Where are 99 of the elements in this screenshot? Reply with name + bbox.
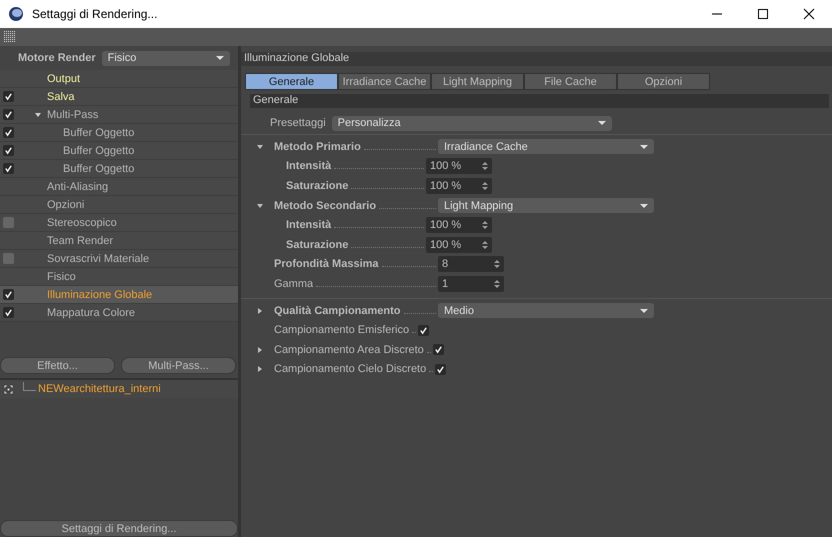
checkbox[interactable] — [3, 145, 14, 156]
tree-item-label: Anti-Aliasing — [47, 180, 108, 192]
tree-row[interactable]: Salva — [0, 88, 238, 106]
panel-title: Illuminazione Globale — [241, 52, 832, 66]
field-label: Profondità Massima — [274, 258, 379, 270]
tree-item-label: Buffer Oggetto — [63, 162, 134, 174]
tree-item-label: Buffer Oggetto — [63, 126, 134, 138]
checkbox[interactable] — [3, 289, 14, 300]
spinner-arrows-icon[interactable] — [494, 278, 500, 289]
dropdown[interactable]: Light Mapping — [438, 198, 654, 214]
expand-arrow-icon[interactable] — [256, 144, 262, 150]
caret-icon — [640, 144, 648, 149]
tree-row[interactable]: Opzioni — [0, 196, 238, 214]
field-label: Presettaggi — [270, 117, 326, 129]
effect-button[interactable]: Effetto... — [0, 357, 115, 374]
expand-arrow-icon[interactable] — [256, 308, 262, 314]
checkbox[interactable] — [418, 324, 430, 336]
caret-icon — [640, 204, 648, 208]
checkbox[interactable] — [3, 127, 14, 138]
spinner-arrows-icon[interactable] — [482, 180, 488, 191]
tree-row[interactable]: Output — [0, 70, 238, 88]
checkbox[interactable] — [3, 253, 14, 264]
expand-arrow-icon[interactable] — [256, 202, 262, 209]
tree-row[interactable]: Fisico — [0, 268, 238, 286]
effect-button[interactable]: Multi-Pass... — [121, 357, 236, 374]
target-icon[interactable] — [4, 384, 13, 394]
field-label: Intensità — [286, 160, 332, 172]
tree-item-label: Salva — [47, 90, 75, 102]
number-field[interactable]: 1 — [438, 276, 504, 292]
caret-icon — [640, 308, 648, 313]
field-label: Saturazione — [286, 180, 348, 192]
maximize-icon[interactable] — [757, 8, 769, 20]
field-label: Saturazione — [286, 238, 348, 251]
engine-label: Motore Render — [18, 52, 96, 64]
field-label: Gamma — [274, 278, 314, 290]
spinner-arrows-icon[interactable] — [482, 161, 488, 172]
expand-arrow-icon[interactable] — [256, 346, 262, 353]
tree-row[interactable]: Sovrascrivi Materiale — [0, 250, 238, 268]
tree-item-label: Illuminazione Globale — [47, 288, 152, 300]
dropdown[interactable]: Medio — [438, 303, 654, 318]
expand-arrow-icon[interactable] — [35, 112, 41, 118]
field-label: Campionamento Cielo Discreto — [274, 363, 426, 376]
tree-row[interactable]: Mappatura Colore — [0, 304, 238, 322]
tab[interactable]: Light Mapping — [431, 73, 524, 90]
checkbox[interactable] — [432, 344, 444, 356]
close-icon[interactable] — [803, 8, 815, 20]
tree-item-label: Team Render — [47, 234, 114, 246]
spinner-arrows-icon[interactable] — [482, 240, 488, 250]
caret-icon — [216, 56, 224, 60]
tree-item-label: Sovrascrivi Materiale — [47, 252, 150, 264]
tree-row[interactable]: Stereoscopico — [0, 214, 238, 232]
tree-row[interactable]: Team Render — [0, 232, 238, 250]
checkbox[interactable] — [3, 307, 14, 318]
tree-row[interactable]: Buffer Oggetto — [0, 160, 238, 178]
tab[interactable]: Irradiance Cache — [338, 73, 431, 90]
checkbox[interactable] — [3, 91, 14, 102]
tree-row[interactable]: Multi-Pass — [0, 106, 238, 124]
preset-name[interactable]: NEWearchitettura_interni — [38, 383, 161, 395]
spinner-arrows-icon[interactable] — [494, 259, 500, 270]
tree-row[interactable]: Buffer Oggetto — [0, 142, 238, 160]
checkbox[interactable] — [3, 109, 14, 120]
tree-item-label: Multi-Pass — [47, 108, 98, 120]
tree-row[interactable]: Illuminazione Globale — [0, 286, 238, 304]
field-label: Intensità — [286, 219, 332, 232]
tab[interactable]: Generale — [245, 73, 338, 90]
spinner-arrows-icon[interactable] — [482, 220, 488, 230]
checkbox[interactable] — [3, 217, 14, 228]
number-field[interactable]: 100 % — [426, 217, 492, 234]
tree-item-label: Mappatura Colore — [47, 306, 136, 318]
tab[interactable]: Opzioni — [617, 73, 710, 90]
tree-item-label: Buffer Oggetto — [63, 144, 134, 156]
tree-item-label: Fisico — [47, 270, 76, 282]
tree-item-label: Stereoscopico — [47, 216, 117, 228]
tab[interactable]: File Cache — [524, 73, 617, 90]
tree-item-label: Output — [47, 72, 80, 84]
app-icon — [8, 6, 24, 22]
caret-icon — [598, 121, 606, 125]
checkbox[interactable] — [3, 163, 14, 174]
checkbox[interactable] — [435, 364, 446, 375]
field-label: Metodo Secondario — [274, 200, 376, 212]
engine-dropdown[interactable]: Fisico — [102, 50, 230, 66]
number-field[interactable]: 8 — [438, 256, 504, 272]
field-label: Campionamento Emisferico — [274, 324, 410, 336]
expand-arrow-icon[interactable] — [256, 366, 262, 372]
render-settings-button[interactable]: Settaggi di Rendering... — [0, 520, 238, 537]
section-header: Generale — [250, 94, 829, 108]
field-label: Qualità Campionamento — [274, 304, 401, 317]
number-field[interactable]: 100 % — [426, 158, 492, 174]
tree-item-label: Opzioni — [47, 198, 84, 210]
preset-dropdown[interactable]: Personalizza — [332, 116, 612, 130]
tree-row[interactable]: Anti-Aliasing — [0, 178, 238, 196]
grip-icon[interactable] — [4, 31, 16, 43]
field-label: Campionamento Area Discreto — [274, 344, 424, 356]
dropdown[interactable]: Irradiance Cache — [438, 139, 654, 154]
number-field[interactable]: 100 % — [426, 178, 492, 194]
tree-row[interactable]: Buffer Oggetto — [0, 124, 238, 142]
field-label: Metodo Primario — [274, 140, 361, 153]
number-field[interactable]: 100 % — [426, 236, 492, 253]
window-title: Settaggi di Rendering... — [32, 7, 158, 21]
